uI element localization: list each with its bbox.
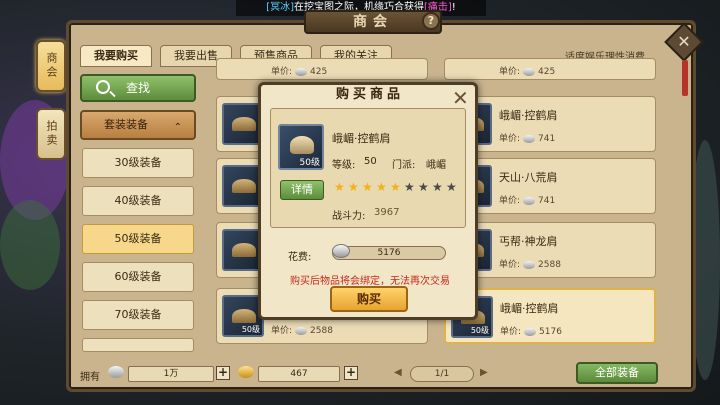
announcement-player[interactable]: [冥冰] <box>266 2 294 13</box>
search-icon <box>96 80 110 94</box>
listing-price: 单价: 5176 <box>500 327 562 337</box>
dialog-power-label: 战斗力: <box>332 211 366 222</box>
tassel-decoration <box>682 60 688 96</box>
gold-coin-icon <box>238 366 254 378</box>
detail-button[interactable]: 详情 <box>280 180 324 200</box>
silver-coin-icon <box>295 326 308 335</box>
star-filled-icon: ★ <box>348 180 359 194</box>
announcement-suffix: ! <box>451 2 456 13</box>
level-filter-50[interactable]: 50级装备 <box>82 224 194 254</box>
dialog-level-label: 等级: <box>332 160 356 171</box>
listing-price: 单价: 425 <box>271 67 328 77</box>
gold-amount: 467 <box>258 366 340 382</box>
bind-warning: 购买后物品将会绑定，无法再次交易 <box>290 276 450 287</box>
star-empty-icon: ★ <box>432 180 443 194</box>
side-plaque-shop[interactable]: 商会 <box>36 40 66 92</box>
dialog-close-button[interactable]: ✕ <box>452 86 469 110</box>
listing-price: 单价: 2588 <box>499 260 561 270</box>
buy-button[interactable]: 购买 <box>330 286 408 312</box>
item-level-badge: 50级 <box>470 326 489 335</box>
side-plaque-auction[interactable]: 拍卖 <box>36 108 66 160</box>
dialog-power-value: 3967 <box>374 207 400 218</box>
next-page-icon[interactable]: ▶ <box>480 367 488 378</box>
item-level-badge: 50级 <box>299 158 320 168</box>
prev-page-icon[interactable]: ◀ <box>394 367 402 378</box>
all-equipment-button[interactable]: 全部装备 <box>576 362 658 384</box>
category-label: 套装装备 <box>104 118 148 131</box>
add-gold-button[interactable]: + <box>344 366 358 380</box>
star-empty-icon: ★ <box>404 180 415 194</box>
level-filter-60[interactable]: 60级装备 <box>82 262 194 292</box>
item-level-badge: 50级 <box>241 325 260 334</box>
silver-amount: 1万 <box>128 366 214 382</box>
listing-price: 单价: 741 <box>499 134 556 144</box>
star-filled-icon: ★ <box>334 180 345 194</box>
help-button[interactable]: ? <box>422 12 440 30</box>
silver-coin-icon <box>523 196 536 205</box>
scene-decoration <box>0 200 60 290</box>
listing-price: 单价: 741 <box>499 196 556 206</box>
silver-coin-icon <box>524 327 537 336</box>
listing-name: 峨嵋·控鹤肩 <box>499 109 558 122</box>
level-filter-more[interactable] <box>82 338 194 352</box>
listing-name: 峨嵋·控鹤肩 <box>500 302 559 315</box>
level-filter-70[interactable]: 70级装备 <box>82 300 194 330</box>
dialog-title: 购买商品 <box>335 87 404 102</box>
close-icon: ✕ <box>677 32 691 51</box>
star-filled-icon: ★ <box>362 180 373 194</box>
dialog-school-value: 峨嵋 <box>426 160 446 171</box>
shoulder-armor-icon: 50级 <box>278 124 324 170</box>
listing-price: 单价: 2588 <box>271 326 333 336</box>
dialog-fee-label: 花费: <box>288 252 312 263</box>
chevron-up-icon: ⌃ <box>173 122 182 133</box>
level-filter-30[interactable]: 30级装备 <box>82 148 194 178</box>
dialog-school-label: 门派: <box>392 160 416 171</box>
dialog-item-name: 峨嵋·控鹤肩 <box>332 132 391 145</box>
silver-coin-icon <box>523 260 536 269</box>
add-silver-button[interactable]: + <box>216 366 230 380</box>
silver-coin-icon <box>523 67 536 76</box>
silver-coin-icon <box>295 67 308 76</box>
silver-coin-icon <box>523 134 536 143</box>
star-empty-icon: ★ <box>418 180 429 194</box>
category-toggle[interactable]: 套装装备 ⌃ <box>80 110 196 140</box>
tab-buy[interactable]: 我要购买 <box>80 45 152 67</box>
star-filled-icon: ★ <box>390 180 401 194</box>
level-filter-40[interactable]: 40级装备 <box>82 186 194 216</box>
search-button[interactable]: 查找 <box>80 74 196 102</box>
listing-price: 单价: 425 <box>499 67 556 77</box>
search-label: 查找 <box>126 81 151 95</box>
star-filled-icon: ★ <box>376 180 387 194</box>
silver-coin-icon <box>108 366 124 378</box>
listing-cell[interactable]: 单价: 425 <box>444 58 656 80</box>
own-label: 拥有 <box>80 372 100 383</box>
dialog-level-value: 50 <box>364 156 377 167</box>
listing-name: 天山·八荒肩 <box>499 171 558 184</box>
star-empty-icon: ★ <box>446 180 457 194</box>
page-indicator: 1/1 <box>410 366 474 382</box>
listing-name: 丐帮·神龙肩 <box>499 235 558 248</box>
listing-cell[interactable]: 单价: 425 <box>216 58 428 80</box>
silver-coin-icon <box>332 244 350 258</box>
